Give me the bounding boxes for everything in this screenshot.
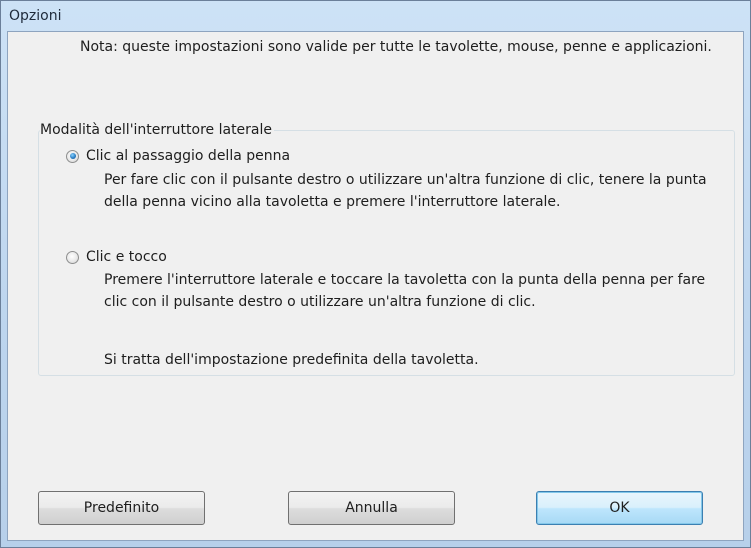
radio-option-hover-click[interactable]: Clic al passaggio della penna: [66, 146, 290, 166]
description-click-and-tap: Premere l'interruttore laterale e toccar…: [104, 272, 706, 310]
group-label: Modalità dell'interruttore laterale: [40, 120, 275, 140]
default-button[interactable]: Predefinito: [38, 491, 205, 525]
dialog-content: Nota: queste impostazioni sono valide pe…: [7, 31, 744, 541]
cancel-button[interactable]: Annulla: [288, 491, 455, 525]
description-hover-click: Per fare clic con il pulsante destro o u…: [104, 172, 707, 210]
radio-option-click-and-tap[interactable]: Clic e tocco: [66, 247, 167, 267]
ok-button[interactable]: OK: [536, 491, 703, 525]
radio-label-click-and-tap[interactable]: Clic e tocco: [86, 247, 167, 267]
title-bar[interactable]: Opzioni: [1, 1, 750, 31]
radio-unselected-icon[interactable]: [66, 250, 79, 264]
options-dialog: Opzioni Nota: queste impostazioni sono v…: [0, 0, 751, 548]
settings-note: Nota: queste impostazioni sono valide pe…: [80, 39, 712, 55]
window-title: Opzioni: [9, 8, 62, 24]
radio-label-hover-click[interactable]: Clic al passaggio della penna: [86, 146, 290, 166]
radio-selected-icon[interactable]: [66, 149, 79, 163]
default-setting-note: Si tratta dell'impostazione predefinita …: [104, 352, 479, 368]
